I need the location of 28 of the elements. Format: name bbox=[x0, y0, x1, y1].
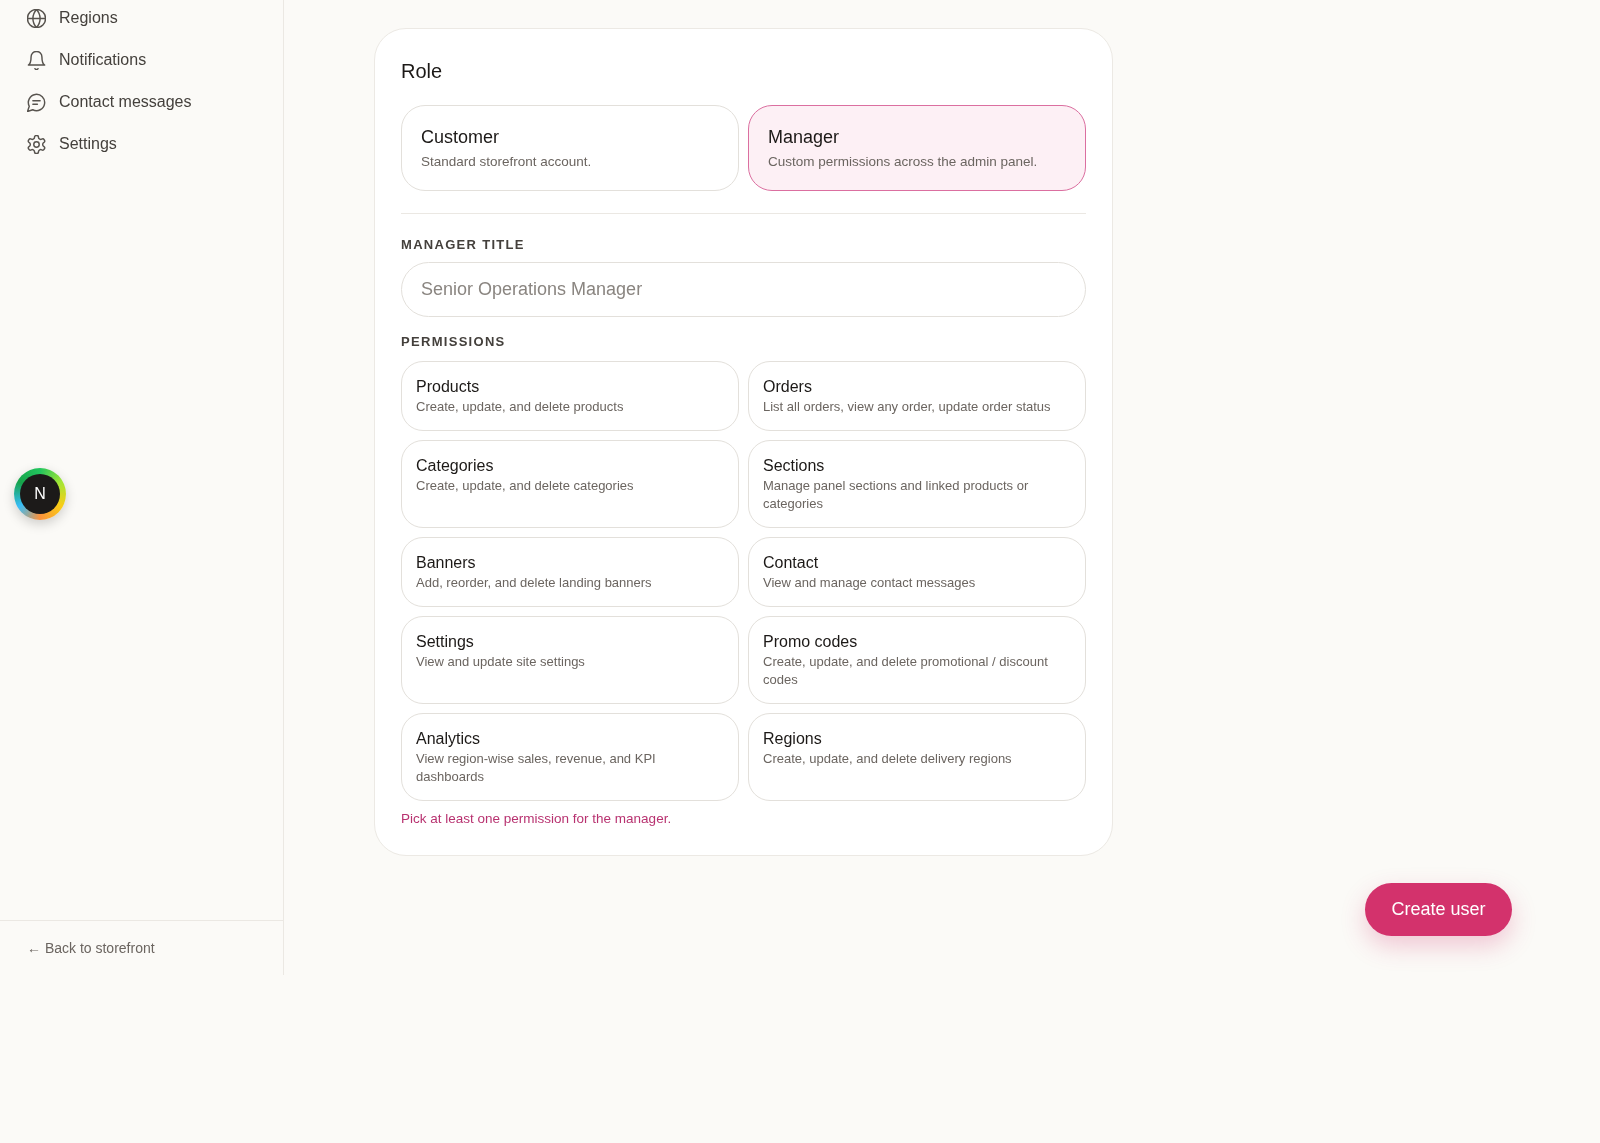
create-user-button[interactable]: Create user bbox=[1365, 883, 1512, 936]
globe-icon bbox=[27, 8, 46, 28]
field-label: PERMISSIONS bbox=[401, 333, 507, 351]
field-label: MANAGER TITLE bbox=[401, 236, 526, 254]
role-option[interactable]: Manager Custom permissions across the admin panel. bbox=[748, 105, 1086, 191]
back-link[interactable]: ← Back to storefront bbox=[27, 937, 155, 959]
nav-link[interactable]: Notifications bbox=[27, 43, 147, 77]
avatar-button[interactable]: N bbox=[14, 468, 66, 520]
nav-link[interactable]: Regions bbox=[27, 1, 118, 35]
bell-icon bbox=[27, 50, 46, 70]
permission-option[interactable]: Settings View and update site settings bbox=[401, 616, 739, 704]
manager-title-input[interactable]: Senior Operations Manager bbox=[401, 262, 1086, 317]
permission-option[interactable]: Analytics View region-wise sales, revenue, and KPI dashboards bbox=[401, 713, 739, 801]
permission-option[interactable]: Orders List all orders, view any order, update order status bbox=[748, 361, 1086, 431]
role-option[interactable]: Customer Standard storefront account. bbox=[401, 105, 739, 191]
permission-option[interactable]: Products Create, update, and delete products bbox=[401, 361, 739, 431]
error-message: Pick at least one permission for the manager. bbox=[401, 810, 673, 828]
permission-option[interactable]: Regions Create, update, and delete delivery regions bbox=[748, 713, 1086, 801]
settings-icon bbox=[27, 134, 46, 154]
permission-option[interactable]: Banners Add, reorder, and delete landing banners bbox=[401, 537, 739, 607]
nav-link[interactable]: Contact messages bbox=[27, 85, 192, 119]
chat-bubble-icon bbox=[27, 92, 46, 112]
section-heading: Role bbox=[401, 59, 444, 84]
nav-link[interactable]: Settings bbox=[27, 127, 117, 161]
permission-option[interactable]: Contact View and manage contact messages bbox=[748, 537, 1086, 607]
permission-option[interactable]: Sections Manage panel sections and linked products or categories bbox=[748, 440, 1086, 528]
permission-option[interactable]: Promo codes Create, update, and delete promotional / discount codes bbox=[748, 616, 1086, 704]
permission-option[interactable]: Categories Create, update, and delete categories bbox=[401, 440, 739, 528]
